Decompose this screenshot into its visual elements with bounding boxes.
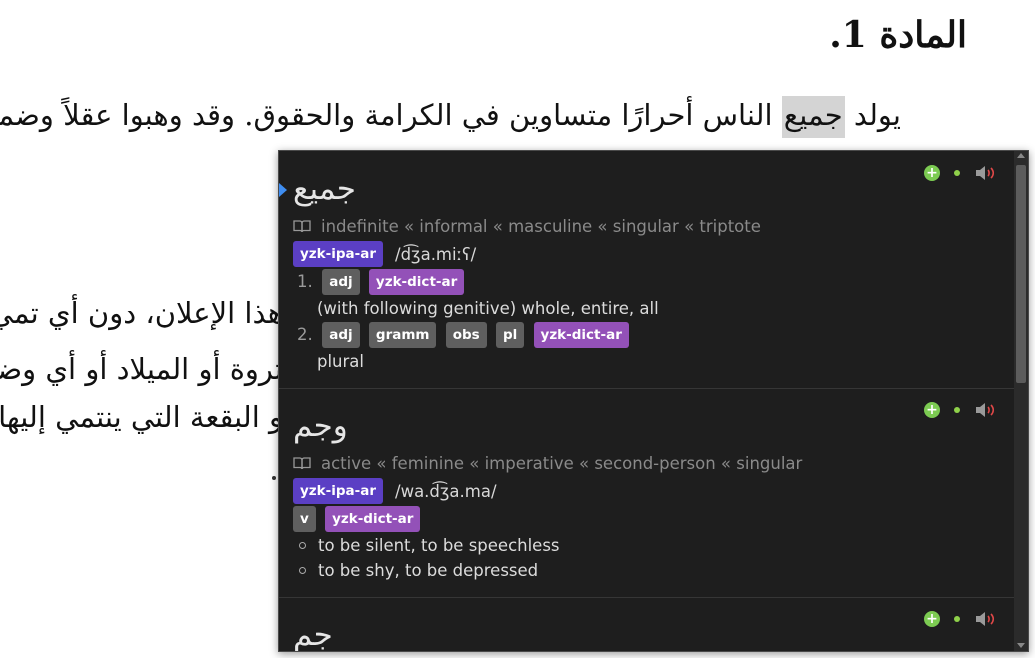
status-dot-icon [954,616,960,622]
dictionary-tag[interactable]: yzk-dict-ar [325,506,421,532]
inflection-tags: indefinite « informal « masculine « sing… [293,217,761,236]
ipa-source-badge[interactable]: yzk-ipa-ar [293,241,384,267]
dictionary-tag[interactable]: yzk-dict-ar [533,322,629,348]
article-paragraph: يولد جميع الناس أحرارًا متساوين في الكرا… [0,96,901,138]
current-entry-marker-icon [279,183,287,197]
dictionary-entry: + جم [279,597,1014,652]
entry-term: جم [293,617,333,652]
ipa-pronunciation: /d͡ʒa.miːʕ/ [395,244,477,264]
grammar-tag[interactable]: gramm [368,322,437,348]
add-note-icon[interactable]: + [924,611,940,627]
entry-term: وجم [293,408,348,444]
list-item: to be silent, to be speechless [299,533,560,558]
stray-dot [272,476,276,480]
dictionary-popup[interactable]: + جميع indefinite « informal « masculine… [278,150,1029,652]
dictionary-tag[interactable]: yzk-dict-ar [368,269,465,295]
sense-1-header: 1. adj yzk-dict-ar [297,269,468,295]
entry-term: جميع [293,171,356,207]
pos-tag[interactable]: v [293,506,316,532]
scroll-down-arrow-icon[interactable] [1017,643,1025,648]
bullet-icon [299,542,306,549]
play-audio-icon[interactable] [974,611,996,627]
ipa-source-badge[interactable]: yzk-ipa-ar [293,478,384,504]
sense-gloss: (with following genitive) whole, entire,… [317,299,659,318]
inflection-text: indefinite « informal « masculine « sing… [321,217,761,236]
article-line: هذا الإعلان، دون أي تمي [0,296,283,330]
gloss-text: to be silent, to be speechless [318,536,560,555]
entry-actions: + [924,402,996,418]
sense-header: v yzk-dict-ar [293,506,424,532]
pronunciation-row: yzk-ipa-ar /d͡ʒa.miːʕ/ [293,241,476,267]
inflection-text: active « feminine « imperative « second-… [321,454,803,473]
status-dot-icon [954,170,960,176]
dictionary-entry: + جميع indefinite « informal « masculine… [279,151,1014,389]
play-audio-icon[interactable] [974,402,996,418]
book-icon [293,457,311,470]
sense-gloss: plural [317,352,364,371]
pos-tag[interactable]: adj [322,322,360,348]
status-dot-icon [954,407,960,413]
article-title: المادة 1. [829,14,967,56]
plural-tag[interactable]: pl [495,322,525,348]
bullet-icon [299,567,306,574]
article-line: و البقعة التي ينتمي إليها ال [0,400,283,434]
list-item: to be shy, to be depressed [299,558,560,583]
gloss-text: to be shy, to be depressed [318,561,539,580]
popup-scrollbar[interactable] [1014,151,1028,651]
pronunciation-row: yzk-ipa-ar /wa.d͡ʒa.ma/ [293,478,497,504]
scroll-thumb[interactable] [1016,165,1026,383]
gloss-list: to be silent, to be speechless to be shy… [299,533,560,583]
sense-2-header: 2. adj gramm obs pl yzk-dict-ar [297,322,633,348]
add-note-icon[interactable]: + [924,402,940,418]
entry-actions: + [924,611,996,627]
inflection-tags: active « feminine « imperative « second-… [293,454,802,473]
play-audio-icon[interactable] [974,165,996,181]
scroll-up-arrow-icon[interactable] [1017,153,1025,158]
paragraph-text: يولد [844,98,901,132]
article-line: ثروة أو الميلاد أو أي وضع [0,352,283,386]
sense-number: 1. [297,271,313,291]
dictionary-entry: + وجم active « feminine « imperative « s… [279,388,1014,598]
highlighted-word[interactable]: جميع [781,96,845,138]
book-icon [293,220,311,233]
ipa-pronunciation: /wa.d͡ʒa.ma/ [395,481,497,501]
paragraph-text: الناس أحرارًا متساوين في الكرامة والحقوق… [0,98,773,132]
add-note-icon[interactable]: + [924,165,940,181]
sense-number: 2. [297,324,313,344]
obsolete-tag[interactable]: obs [445,322,487,348]
pos-tag[interactable]: adj [322,269,360,295]
entry-actions: + [924,165,996,181]
